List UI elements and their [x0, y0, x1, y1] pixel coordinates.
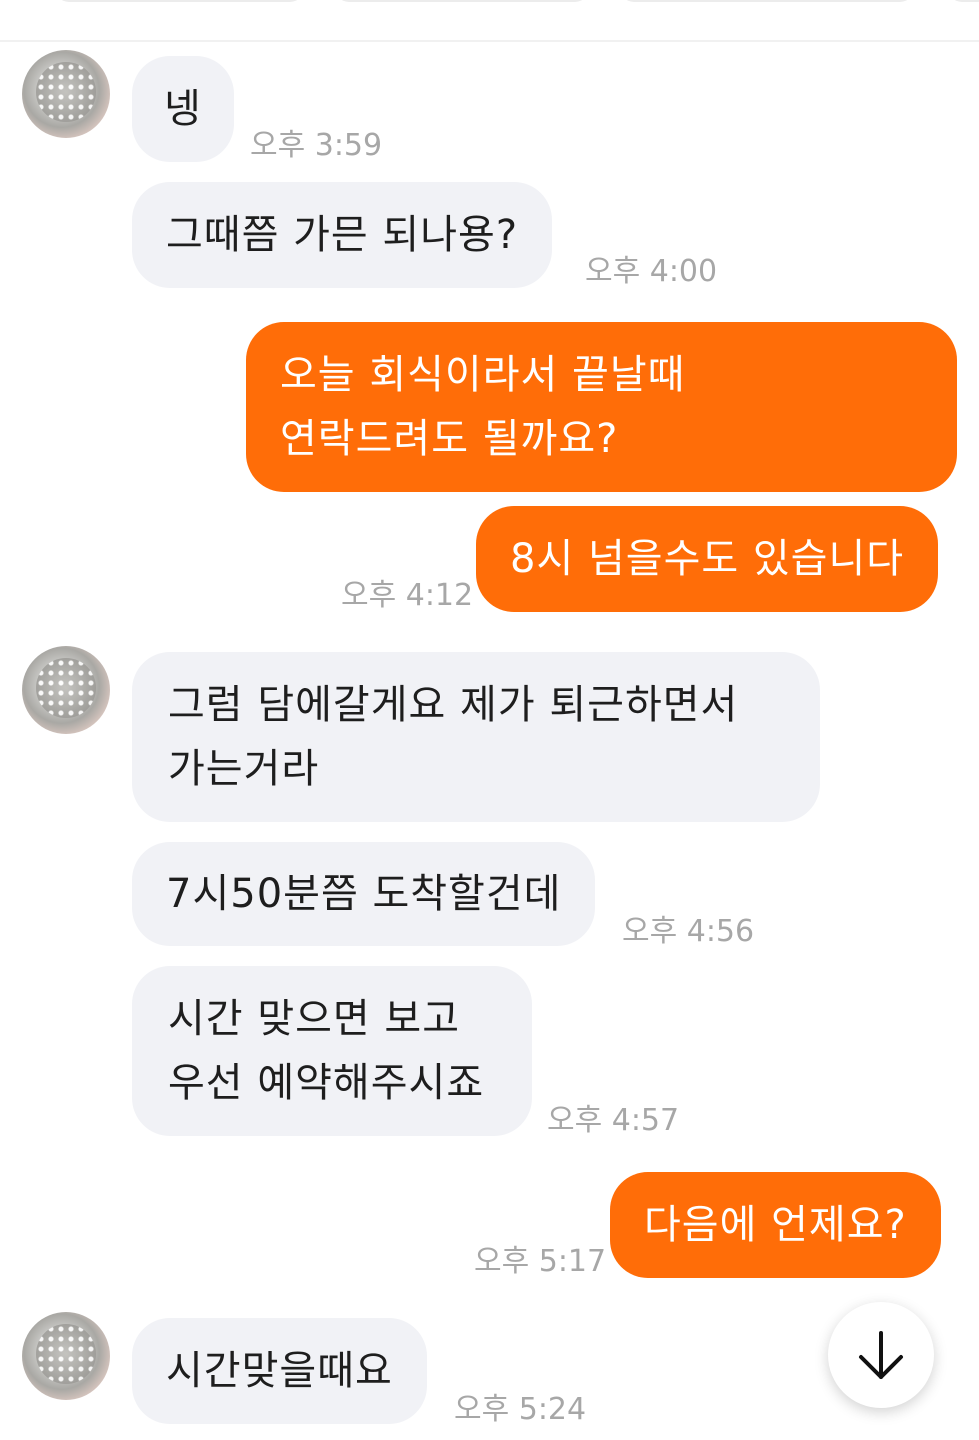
message-bubble-incoming[interactable]: 시간맞을때요 [132, 1318, 427, 1424]
message-bubble-incoming[interactable]: 시간 맞으면 보고 우선 예약해주시죠 [132, 966, 532, 1136]
message-bubble-incoming[interactable]: 7시50분쯤 도착할건데 [132, 842, 596, 946]
top-tab[interactable] [55, 0, 304, 2]
top-tab[interactable] [620, 0, 914, 2]
message-time: 오후 3:59 [250, 128, 383, 163]
message-bubble-outgoing[interactable]: 다음에 언제요? [610, 1172, 941, 1278]
sender-avatar[interactable] [22, 646, 110, 734]
message-time: 오후 5:17 [474, 1244, 607, 1279]
message-time: 오후 4:56 [622, 914, 755, 949]
scroll-to-bottom-button[interactable] [828, 1302, 934, 1408]
arrow-down-icon [859, 1331, 903, 1379]
message-bubble-incoming[interactable]: 그때쯤 가믄 되나용? [132, 182, 553, 288]
top-tab[interactable] [948, 0, 979, 2]
message-bubble-incoming[interactable]: 그럼 담에갈게요 제가 퇴근하면서 가는거라 [132, 652, 820, 822]
top-tab[interactable] [335, 0, 589, 2]
message-bubble-incoming[interactable]: 넹 [132, 56, 234, 162]
message-time: 오후 4:57 [547, 1103, 680, 1138]
message-bubble-outgoing[interactable]: 오늘 회식이라서 끝날때 연락드려도 될까요? [246, 322, 957, 492]
top-tab-strip [0, 0, 979, 42]
message-time: 오후 4:00 [585, 254, 718, 289]
message-time: 오후 4:12 [341, 578, 474, 613]
sender-avatar[interactable] [22, 1312, 110, 1400]
sender-avatar[interactable] [22, 50, 110, 138]
message-time: 오후 5:24 [454, 1392, 587, 1427]
message-bubble-outgoing[interactable]: 8시 넘을수도 있습니다 [476, 506, 939, 612]
